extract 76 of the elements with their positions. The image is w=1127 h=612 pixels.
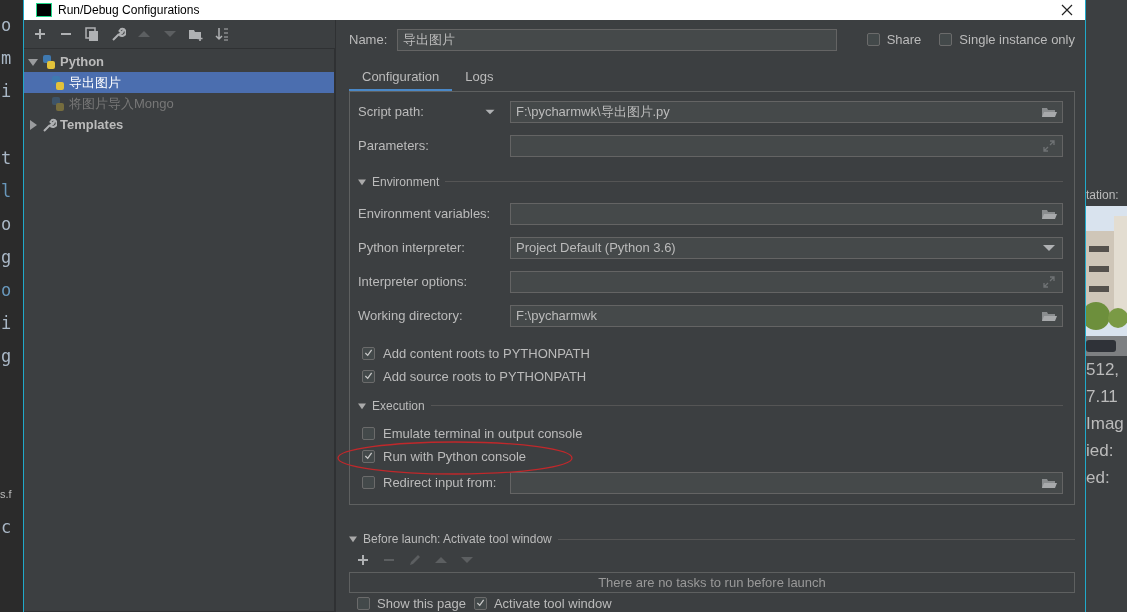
collapse-arrow-icon[interactable] xyxy=(28,56,38,67)
tab[interactable]: Configuration xyxy=(349,65,453,91)
collapse-arrow-icon[interactable] xyxy=(358,401,366,410)
sort-icon[interactable] xyxy=(214,26,230,42)
checkbox[interactable] xyxy=(362,369,375,383)
checkbox[interactable] xyxy=(357,596,370,610)
field-label: Parameters: xyxy=(358,138,429,154)
input-field[interactable] xyxy=(510,270,1063,293)
input-field[interactable] xyxy=(510,202,1063,225)
python-icon xyxy=(50,95,66,112)
name-label: Name: xyxy=(349,32,388,48)
checkbox-label: Redirect input from: xyxy=(383,475,497,491)
empty-list-message: There are no tasks to run before launch xyxy=(349,572,1075,593)
code-fragment: l xyxy=(0,180,13,203)
section-title: Execution xyxy=(372,398,425,413)
field-label: Script path: xyxy=(358,104,424,120)
wrench-icon xyxy=(41,116,57,133)
code-fragment: g xyxy=(0,246,13,269)
python-icon xyxy=(41,53,57,70)
checkbox-label: Single instance only xyxy=(959,32,1075,48)
checkbox-label: Activate tool window xyxy=(493,595,612,611)
checkbox[interactable] xyxy=(362,426,375,440)
code-fragment: i xyxy=(0,312,13,335)
code-fragment: c xyxy=(0,516,13,539)
checkbox-label: Add source roots to PYTHONPATH xyxy=(383,368,587,384)
checkbox-label: Share xyxy=(886,32,922,48)
input-field[interactable]: F:\pycharmwk\导出图片.py xyxy=(510,100,1063,123)
collapse-arrow-icon[interactable] xyxy=(349,535,357,544)
input-field[interactable]: F:\pycharmwk xyxy=(510,304,1063,327)
checkbox-label: Emulate terminal in output console xyxy=(383,425,583,441)
expand-arrow-icon[interactable] xyxy=(28,119,38,130)
field-label: Interpreter options: xyxy=(358,274,468,290)
checkbox-label: Add content roots to PYTHONPATH xyxy=(383,345,590,361)
dropdown[interactable]: Project Default (Python 3.6) xyxy=(510,236,1063,259)
section-title: Environment xyxy=(372,174,440,189)
window-title: Run/Debug Configurations xyxy=(58,3,200,17)
checkbox[interactable] xyxy=(473,596,487,610)
field-label: Environment variables: xyxy=(358,206,491,222)
tree-item[interactable]: Templates xyxy=(24,114,334,135)
code-fragment: o xyxy=(0,213,13,236)
app-icon xyxy=(36,3,52,17)
name-field[interactable]: 导出图片 xyxy=(397,28,838,51)
code-fragment: i xyxy=(0,80,13,103)
python-icon xyxy=(50,74,66,91)
background-text: Imag xyxy=(1086,414,1125,435)
section-title: Before launch: Activate tool window xyxy=(363,532,552,547)
close-icon[interactable] xyxy=(1059,2,1075,18)
background-text: ed: xyxy=(1086,468,1111,489)
checkbox-label: Show this page xyxy=(377,595,466,611)
checkbox[interactable] xyxy=(866,33,880,47)
wrench-icon[interactable] xyxy=(110,26,126,42)
background-text: ied: xyxy=(1086,441,1115,462)
background-text: 7.11 xyxy=(1086,387,1119,408)
field-label: Working directory: xyxy=(358,308,463,324)
code-fragment: m xyxy=(0,47,13,70)
checkbox[interactable] xyxy=(362,476,375,490)
tree-item[interactable]: 导出图片 xyxy=(24,72,334,93)
copy-icon[interactable] xyxy=(84,26,100,42)
collapse-arrow-icon[interactable] xyxy=(358,177,366,186)
checkbox[interactable] xyxy=(362,346,375,360)
code-fragment: o xyxy=(0,279,13,302)
checkbox-label: Run with Python console xyxy=(383,448,527,464)
add-icon[interactable] xyxy=(32,26,48,42)
code-fragment: o xyxy=(0,14,13,37)
tree-item[interactable]: Python xyxy=(24,51,334,72)
field-label: Python interpreter: xyxy=(358,240,465,256)
tab[interactable]: Logs xyxy=(452,65,507,91)
checkbox[interactable] xyxy=(939,33,953,47)
background-text: 512, xyxy=(1086,360,1121,381)
code-fragment: t xyxy=(0,147,13,170)
input-field[interactable] xyxy=(510,471,1063,494)
checkbox[interactable] xyxy=(362,449,375,463)
code-fragment: g xyxy=(0,345,13,368)
background-text: tation: xyxy=(1086,188,1120,204)
input-field[interactable] xyxy=(510,134,1063,157)
code-fragment: s.f xyxy=(0,487,13,502)
